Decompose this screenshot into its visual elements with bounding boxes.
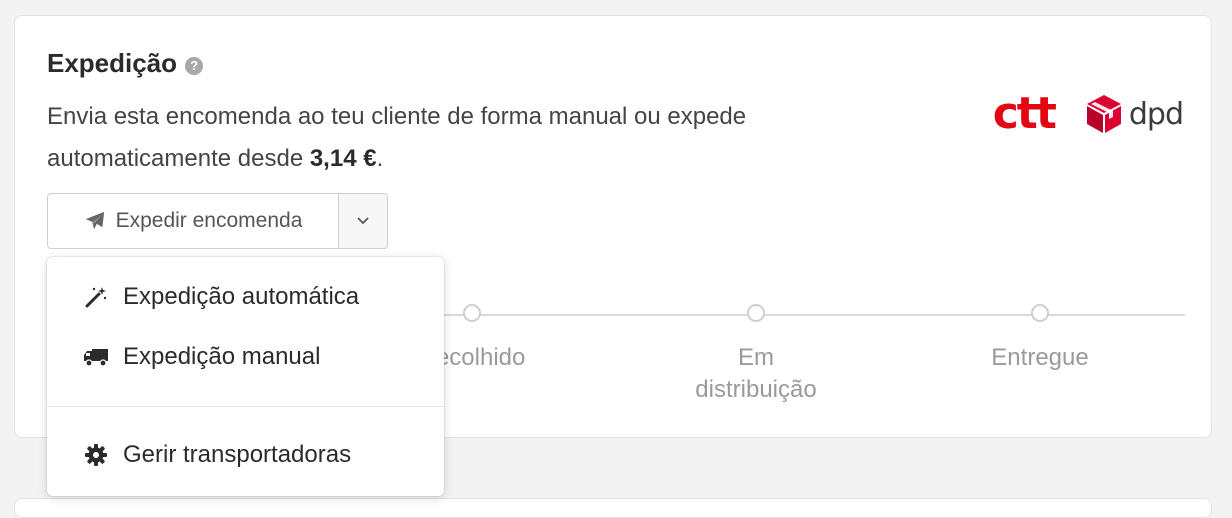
timeline-step-label: Em distribuição [695,344,817,403]
dpd-logo: dpd [1085,93,1184,135]
timeline-dot [747,304,765,322]
dpd-cube-icon [1086,95,1121,133]
timeline-dot [1031,304,1049,322]
truck-icon [83,344,109,370]
next-card [14,498,1212,518]
ship-order-dropdown-menu: Expedição automática Expedição manual Ge… [47,257,444,496]
menu-item-label: Expedição manual [123,343,321,370]
ship-order-button[interactable]: Expedir encomenda [48,194,339,248]
timeline-step-in-distribution: Em distribuição [656,304,856,406]
timeline-step-label: Entregue [991,344,1089,371]
menu-item-label: Expedição automática [123,283,360,310]
magic-wand-icon [83,284,109,310]
paper-plane-icon [85,211,104,230]
question-circle-icon[interactable]: ? [185,56,204,75]
carrier-logos: ctt dpd [992,88,1184,139]
ctt-logo: ctt [992,88,1057,139]
gear-icon [83,442,109,468]
timeline-dot [463,304,481,322]
timeline-step-delivered: Entregue [940,304,1140,374]
menu-item-label: Gerir transportadoras [123,441,352,468]
page-title: Expedição ? [47,48,204,79]
menu-divider [47,406,444,407]
description-text: Envia esta encomenda ao teu cliente de f… [47,103,747,172]
menu-item-manage-carriers[interactable]: Gerir transportadoras [83,441,351,469]
shipping-title: Expedição [47,48,178,78]
ship-order-label: Expedir encomenda [115,209,303,232]
ship-order-split-button: Expedir encomenda [47,193,388,249]
menu-item-manual-shipping[interactable]: Expedição manual [83,343,320,371]
description-end: . [376,145,384,172]
dpd-label: dpd [1128,96,1184,132]
shipping-description: Envia esta encomenda ao teu cliente de f… [47,96,907,180]
shipping-price: 3,14 € [309,145,377,172]
ship-order-dropdown-toggle[interactable] [339,194,387,248]
chevron-down-icon [357,217,369,225]
menu-item-automatic-shipping[interactable]: Expedição automática [83,283,359,311]
